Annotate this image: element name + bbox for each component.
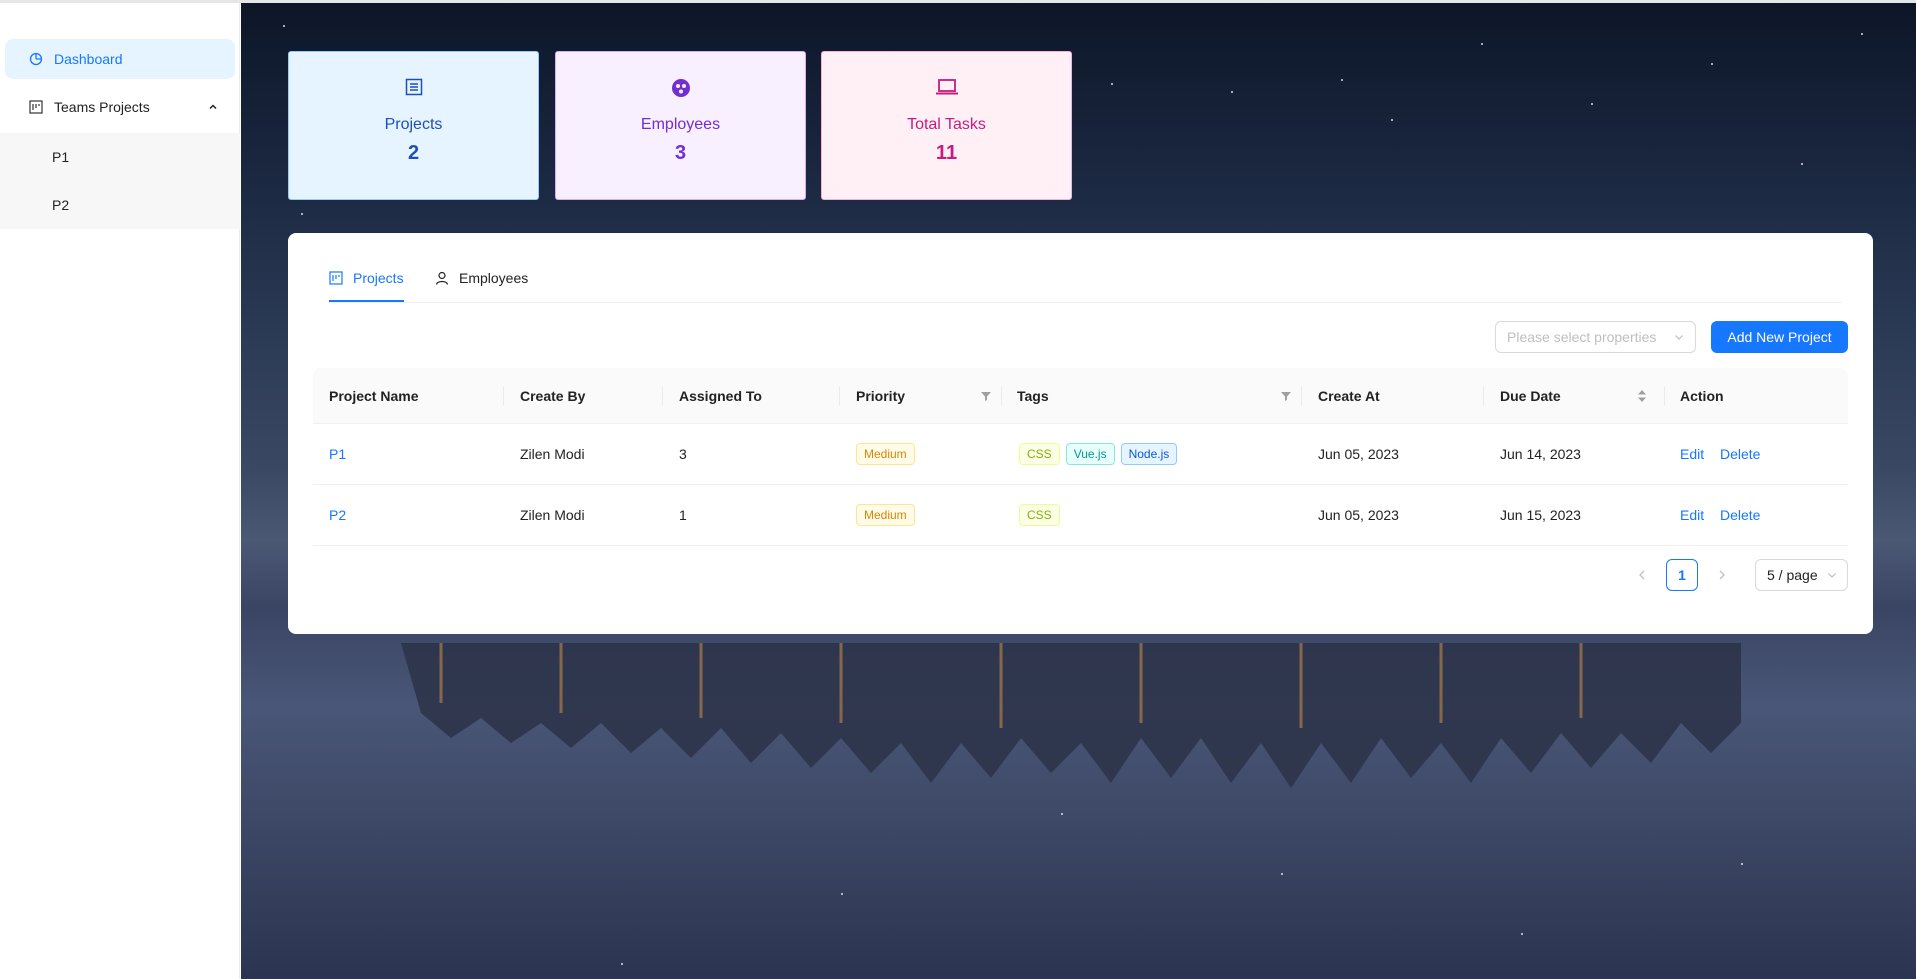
next-page-button[interactable]: [1706, 559, 1738, 591]
select-placeholder: Please select properties: [1507, 329, 1657, 345]
sidebar-item-p2[interactable]: P2: [0, 181, 240, 229]
pie-chart-icon: [28, 51, 44, 67]
list-icon: [289, 78, 538, 100]
chevron-down-icon: [1674, 329, 1684, 345]
cell-create-at: Jun 05, 2023: [1318, 446, 1399, 462]
project-icon: [329, 270, 345, 286]
column-header-project-name: Project Name: [329, 388, 419, 404]
team-icon: [556, 78, 805, 100]
column-separator: [839, 386, 840, 406]
laptop-icon: [822, 78, 1071, 100]
page-size-value: 5 / page: [1767, 567, 1818, 583]
properties-select[interactable]: Please select properties: [1495, 321, 1696, 353]
chevron-up-icon: [208, 99, 218, 115]
column-separator: [1301, 386, 1302, 406]
chevron-down-icon: [1827, 567, 1837, 583]
cell-priority: Medium: [856, 485, 921, 545]
project-name-link[interactable]: P1: [329, 424, 346, 484]
page-size-select[interactable]: 5 / page: [1755, 559, 1848, 591]
stat-label: Employees: [640, 116, 721, 133]
sidebar-item-label: Teams Projects: [54, 99, 150, 115]
stat-value: 11: [935, 142, 958, 164]
priority-tag: Medium: [856, 504, 915, 526]
column-header-priority: Priority: [856, 388, 906, 404]
table-header: Project Name Create By Assigned To Prior…: [313, 368, 1848, 424]
pagination: 1: [1626, 559, 1738, 591]
sidebar-item-p1[interactable]: P1: [0, 133, 240, 181]
delete-link[interactable]: Delete: [1720, 485, 1760, 545]
cell-create-by: Zilen Modi: [520, 446, 585, 462]
user-icon: [435, 270, 451, 286]
table-row: P1 Zilen Modi 3 Medium CSS Vue.js Node.j…: [313, 424, 1848, 485]
projects-table: Project Name Create By Assigned To Prior…: [313, 368, 1848, 546]
column-separator: [662, 386, 663, 406]
cell-assigned-to: 1: [679, 507, 687, 523]
prev-page-button[interactable]: [1626, 559, 1658, 591]
cell-due-date: Jun 15, 2023: [1500, 507, 1581, 523]
column-separator: [503, 386, 504, 406]
column-header-assigned-to: Assigned To: [679, 388, 762, 404]
filter-icon[interactable]: [1280, 368, 1292, 424]
edit-link[interactable]: Edit: [1680, 485, 1704, 545]
column-header-create-by: Create By: [520, 388, 586, 404]
cell-tags: CSS: [1019, 485, 1066, 545]
cell-priority: Medium: [856, 424, 921, 484]
tab-label: Projects: [353, 270, 404, 286]
sidebar-item-label: Dashboard: [54, 51, 123, 67]
tab-employees[interactable]: Employees: [435, 270, 528, 286]
sort-icon[interactable]: [1637, 368, 1647, 424]
tab-bar: Projects Employees: [329, 233, 1842, 303]
tag-css: CSS: [1019, 443, 1060, 465]
column-separator: [1664, 386, 1665, 406]
house-reflection-image: [401, 643, 1741, 788]
column-header-tags: Tags: [1017, 388, 1049, 404]
stat-card-employees: Employees 3: [555, 51, 806, 200]
column-separator: [1001, 386, 1002, 406]
sidebar: Dashboard Teams Projects P1 P2: [0, 3, 240, 979]
tab-label: Employees: [459, 270, 529, 286]
project-name-link[interactable]: P2: [329, 485, 346, 545]
stat-label: Projects: [384, 116, 443, 133]
tag-vuejs: Vue.js: [1065, 443, 1115, 465]
cell-assigned-to: 3: [679, 446, 687, 462]
page-number-button[interactable]: 1: [1666, 559, 1698, 591]
stat-label: Total Tasks: [907, 116, 986, 133]
column-separator: [1483, 386, 1484, 406]
column-header-due-date: Due Date: [1500, 388, 1561, 404]
sidebar-submenu-list: P1 P2: [0, 133, 240, 229]
tag-css: CSS: [1019, 504, 1060, 526]
sidebar-submenu-teams-projects[interactable]: Teams Projects: [0, 87, 240, 127]
delete-link[interactable]: Delete: [1720, 424, 1760, 484]
table-row: P2 Zilen Modi 1 Medium CSS Jun 05, 2023 …: [313, 485, 1848, 546]
add-new-project-button[interactable]: Add New Project: [1711, 321, 1848, 353]
project-icon: [28, 99, 44, 115]
cell-due-date: Jun 14, 2023: [1500, 446, 1581, 462]
stat-value: 2: [407, 142, 420, 164]
cell-create-at: Jun 05, 2023: [1318, 507, 1399, 523]
filter-icon[interactable]: [980, 368, 992, 424]
stat-card-total-tasks: Total Tasks 11: [821, 51, 1072, 200]
stat-value: 3: [674, 142, 687, 164]
column-header-action: Action: [1680, 388, 1724, 404]
cell-tags: CSS Vue.js Node.js: [1019, 424, 1183, 484]
cell-create-by: Zilen Modi: [520, 507, 585, 523]
priority-tag: Medium: [856, 443, 915, 465]
column-header-create-at: Create At: [1318, 388, 1380, 404]
active-tab-indicator: [329, 300, 404, 302]
tag-nodejs: Node.js: [1120, 443, 1178, 465]
sidebar-item-dashboard[interactable]: Dashboard: [5, 39, 235, 79]
edit-link[interactable]: Edit: [1680, 424, 1704, 484]
tab-projects[interactable]: Projects: [329, 270, 404, 286]
main-panel: Projects Employees Please select propert…: [288, 233, 1873, 634]
stat-card-projects: Projects 2: [288, 51, 539, 200]
